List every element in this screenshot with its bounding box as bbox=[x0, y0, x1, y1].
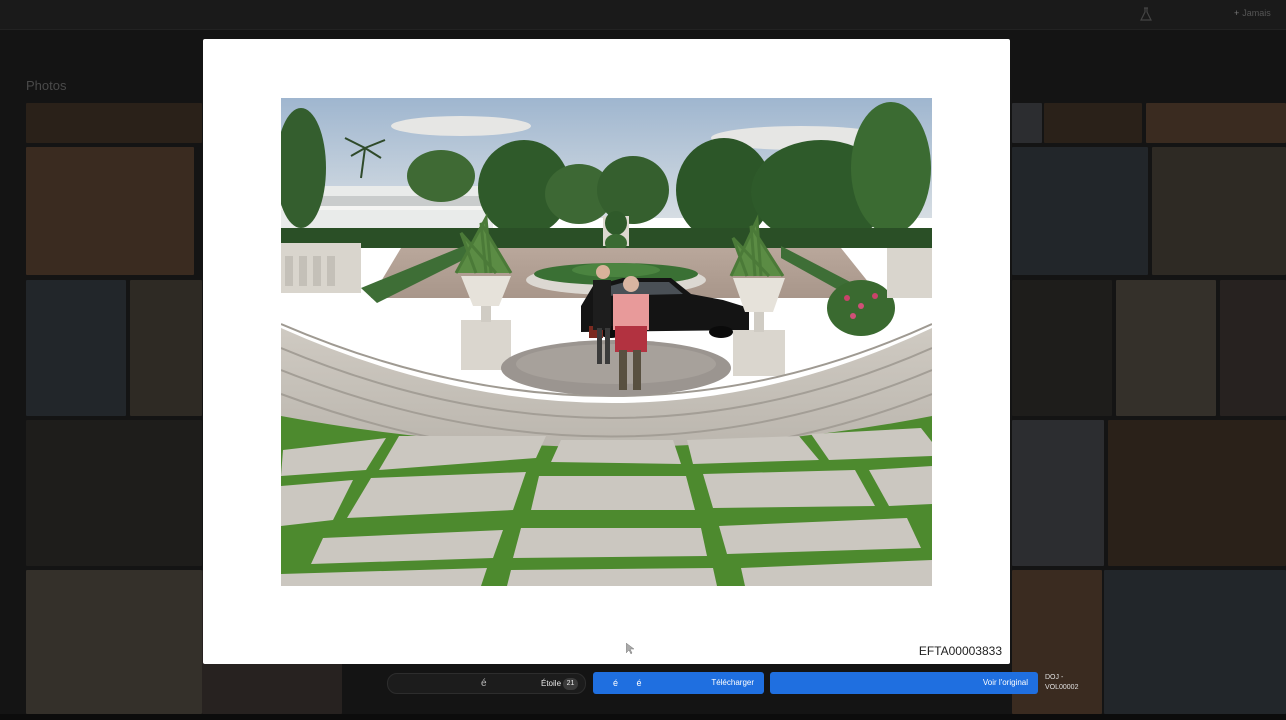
document-id: EFTA00003833 bbox=[918, 644, 1002, 658]
cursor-icon bbox=[626, 643, 634, 655]
photo-thumbnail[interactable] bbox=[1146, 103, 1286, 143]
star-label: Étoile bbox=[541, 679, 562, 688]
top-bar: + Jamais bbox=[0, 0, 1286, 30]
user-link-label: Jamais bbox=[1242, 8, 1271, 18]
star-count-badge: 21 bbox=[563, 678, 578, 690]
flask-icon[interactable] bbox=[1140, 7, 1152, 21]
volume-line-2: VOL00002 bbox=[1045, 684, 1079, 691]
view-original-button[interactable]: Voir l'original bbox=[770, 672, 1038, 694]
plus-icon: + bbox=[1234, 8, 1240, 18]
photo-thumbnail[interactable] bbox=[130, 280, 202, 416]
bottom-strip bbox=[0, 714, 1286, 720]
photo-illustration bbox=[281, 98, 932, 586]
photo-thumbnail[interactable] bbox=[26, 570, 202, 714]
star-glyph: é bbox=[481, 678, 487, 689]
photo-thumbnail[interactable] bbox=[1012, 280, 1112, 416]
photo-thumbnail[interactable] bbox=[26, 420, 202, 566]
download-button[interactable]: é é Télécharger bbox=[593, 672, 764, 694]
photo-thumbnail[interactable] bbox=[1220, 280, 1286, 416]
photo-thumbnail[interactable] bbox=[1116, 280, 1216, 416]
photo-thumbnail[interactable] bbox=[1152, 147, 1286, 275]
photo-thumbnail[interactable] bbox=[26, 280, 126, 416]
download-glyphs: é é bbox=[613, 678, 650, 688]
photo-thumbnail[interactable] bbox=[1104, 570, 1286, 714]
photo-thumbnail[interactable] bbox=[1012, 103, 1042, 143]
view-original-label: Voir l'original bbox=[982, 678, 1028, 687]
photo-thumbnail[interactable] bbox=[26, 147, 194, 275]
download-label: Télécharger bbox=[711, 678, 754, 687]
section-title: Photos bbox=[26, 78, 67, 93]
photo-thumbnail[interactable] bbox=[1108, 420, 1286, 566]
star-button[interactable]: é Étoile 21 bbox=[387, 673, 586, 694]
photo-thumbnail[interactable] bbox=[1044, 103, 1142, 143]
photo-lightbox: EFTA00003833 bbox=[203, 39, 1010, 664]
volume-tag: DOJ - VOL00002 bbox=[1045, 673, 1078, 693]
photo-thumbnail[interactable] bbox=[1012, 420, 1104, 566]
photo-thumbnail[interactable] bbox=[26, 103, 202, 143]
user-link[interactable]: + Jamais bbox=[1234, 8, 1271, 18]
photo-image bbox=[281, 98, 932, 586]
photo-thumbnail[interactable] bbox=[1012, 147, 1148, 275]
volume-line-1: DOJ - bbox=[1045, 674, 1064, 681]
